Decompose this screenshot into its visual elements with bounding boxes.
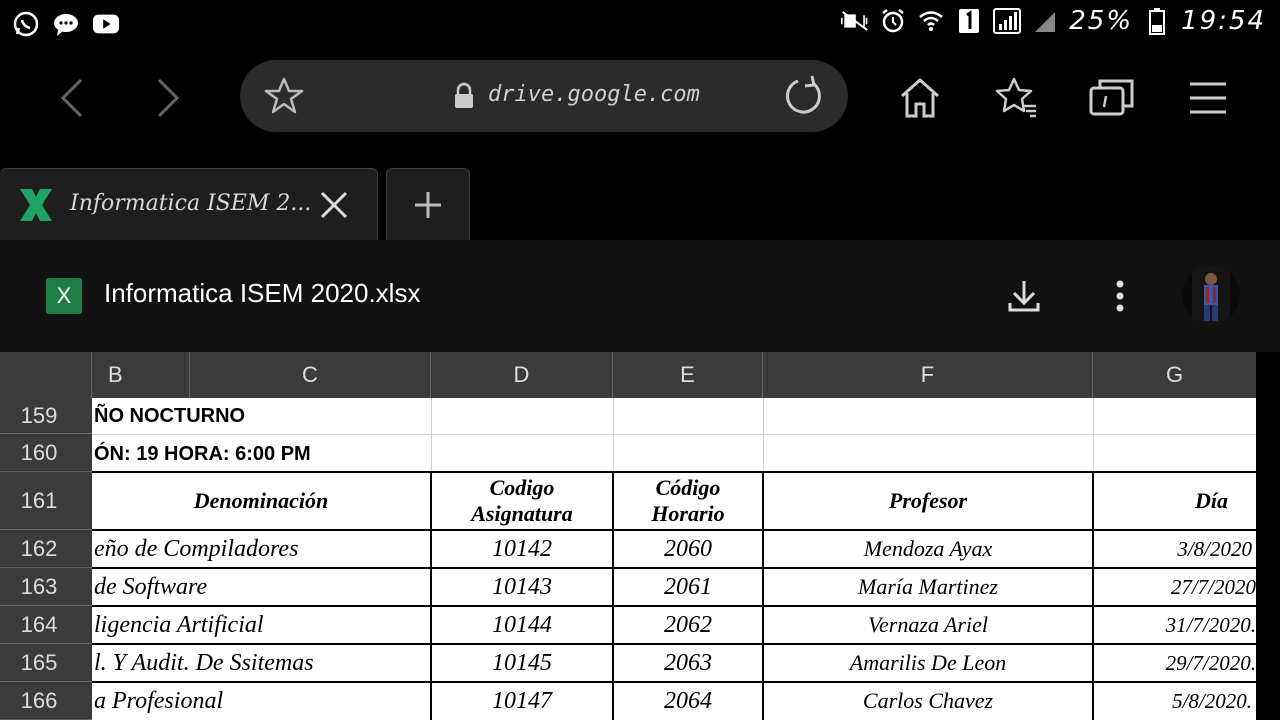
cell-profesor[interactable]: Amarilis De Leon: [764, 645, 1092, 681]
row-header[interactable]: 161: [0, 472, 92, 530]
gridline: [1093, 398, 1094, 472]
more-options-icon[interactable]: [1096, 272, 1144, 320]
sheet-title-cell[interactable]: ÑO NOCTURNO: [94, 398, 430, 434]
cell-profesor[interactable]: Vernaza Ariel: [764, 607, 1092, 643]
gridline: [613, 398, 614, 472]
row-header[interactable]: 165: [0, 644, 92, 682]
cell-asignatura[interactable]: 10142: [432, 531, 612, 567]
menu-icon[interactable]: [1180, 70, 1236, 126]
row-header[interactable]: 159: [0, 398, 92, 434]
mute-icon: [841, 7, 869, 35]
bookmark-star-icon[interactable]: [256, 68, 312, 124]
cell-asignatura[interactable]: 10147: [432, 683, 612, 719]
battery-icon: [1143, 7, 1171, 35]
wifi-icon: [917, 7, 945, 35]
cell-denominacion[interactable]: a Profesional: [94, 683, 430, 719]
header-line: Asignatura: [471, 501, 573, 526]
row-header[interactable]: 164: [0, 606, 92, 644]
column-header-d[interactable]: D: [431, 352, 613, 398]
whatsapp-icon: [12, 10, 40, 38]
column-header-f[interactable]: F: [763, 352, 1093, 398]
system-icons: 25% 19:54: [841, 6, 1266, 36]
cell-horario[interactable]: 2062: [614, 607, 762, 643]
header-line: Código: [655, 475, 721, 500]
column-header-c[interactable]: C: [190, 352, 431, 398]
chat-icon: [52, 10, 80, 38]
cell-denominacion[interactable]: de Software: [94, 569, 430, 605]
cell-profesor[interactable]: Mendoza Ayax: [764, 531, 1092, 567]
signal2-icon: [1031, 7, 1059, 35]
alarm-icon: [879, 7, 907, 35]
header-dia[interactable]: Día: [1094, 472, 1256, 530]
address-bar[interactable]: drive.google.com: [240, 60, 848, 132]
drive-viewer-header: X Informatica ISEM 2020.xlsx: [0, 240, 1280, 352]
gridline: [92, 434, 1256, 435]
cell-dia[interactable]: 31/7/2020.: [1094, 607, 1256, 643]
file-title: Informatica ISEM 2020.xlsx: [104, 278, 421, 308]
battery-percent: 25%: [1069, 6, 1134, 36]
home-icon[interactable]: [892, 70, 948, 126]
bookmarks-icon[interactable]: [988, 70, 1044, 126]
cell-denominacion[interactable]: ligencia Artificial: [94, 607, 430, 643]
select-all-corner[interactable]: [0, 352, 92, 398]
cell-denominacion[interactable]: l. Y Audit. De Ssitemas: [94, 645, 430, 681]
header-profesor[interactable]: Profesor: [764, 472, 1092, 530]
avatar[interactable]: [1182, 266, 1240, 324]
close-tab-icon[interactable]: [318, 189, 350, 221]
column-header-e[interactable]: E: [613, 352, 763, 398]
cell-horario[interactable]: 2061: [614, 569, 762, 605]
header-line: Codigo: [489, 475, 555, 500]
cell-profesor[interactable]: María Martinez: [764, 569, 1092, 605]
cell-horario[interactable]: 2060: [614, 531, 762, 567]
row-header[interactable]: 162: [0, 530, 92, 568]
download-icon[interactable]: [1000, 272, 1048, 320]
header-codigo-horario[interactable]: Código Horario: [614, 472, 762, 530]
xlsx-file-icon: X: [46, 278, 82, 314]
youtube-icon: [92, 10, 120, 38]
row-header[interactable]: 160: [0, 434, 92, 472]
url-text[interactable]: drive.google.com: [488, 82, 700, 107]
cell-asignatura[interactable]: 10143: [432, 569, 612, 605]
clock: 19:54: [1181, 6, 1266, 36]
plus-icon: [415, 191, 441, 218]
notification-icons: [12, 10, 120, 38]
lock-icon: [452, 82, 476, 110]
reload-icon[interactable]: [776, 68, 832, 124]
row-header[interactable]: 166: [0, 682, 92, 720]
header-denominacion[interactable]: Denominación: [92, 472, 430, 530]
cell-profesor[interactable]: Carlos Chavez: [764, 683, 1092, 719]
new-tab-button[interactable]: [386, 168, 470, 240]
column-header-b[interactable]: B: [92, 352, 190, 398]
cell-horario[interactable]: 2063: [614, 645, 762, 681]
browser-toolbar: drive.google.com: [0, 48, 1280, 148]
cell-asignatura[interactable]: 10145: [432, 645, 612, 681]
cell-dia[interactable]: 29/7/2020.: [1094, 645, 1256, 681]
excel-icon: [18, 187, 54, 223]
column-header-g[interactable]: G: [1093, 352, 1256, 398]
tab-strip: Informatica ISEM 2...: [0, 148, 1280, 240]
cell-dia[interactable]: 3/8/2020: [1094, 531, 1252, 567]
spreadsheet-grid[interactable]: B C D E F G 159 160 161 162 163 164 165 …: [0, 352, 1256, 720]
row-header[interactable]: 163: [0, 568, 92, 606]
signal-icon: [993, 7, 1022, 35]
tab-active[interactable]: Informatica ISEM 2...: [0, 168, 378, 240]
header-codigo-asignatura[interactable]: Codigo Asignatura: [432, 472, 612, 530]
session-time-cell[interactable]: ÓN: 19 HORA: 6:00 PM: [94, 436, 430, 472]
cell-denominacion[interactable]: eño de Compiladores: [94, 531, 430, 567]
gridline: [431, 398, 432, 472]
back-icon[interactable]: [44, 70, 100, 126]
cell-horario[interactable]: 2064: [614, 683, 762, 719]
cell-dia[interactable]: 5/8/2020.: [1094, 683, 1252, 719]
tabs-icon[interactable]: [1084, 70, 1140, 126]
forward-icon[interactable]: [140, 70, 196, 126]
status-bar: 25% 19:54: [0, 0, 1280, 48]
sim1-icon: [955, 7, 983, 35]
cell-dia[interactable]: 27/7/2020: [1094, 569, 1256, 605]
cell-asignatura[interactable]: 10144: [432, 607, 612, 643]
gridline: [763, 398, 764, 472]
header-line: Horario: [651, 501, 725, 526]
tab-title: Informatica ISEM 2...: [70, 191, 312, 216]
